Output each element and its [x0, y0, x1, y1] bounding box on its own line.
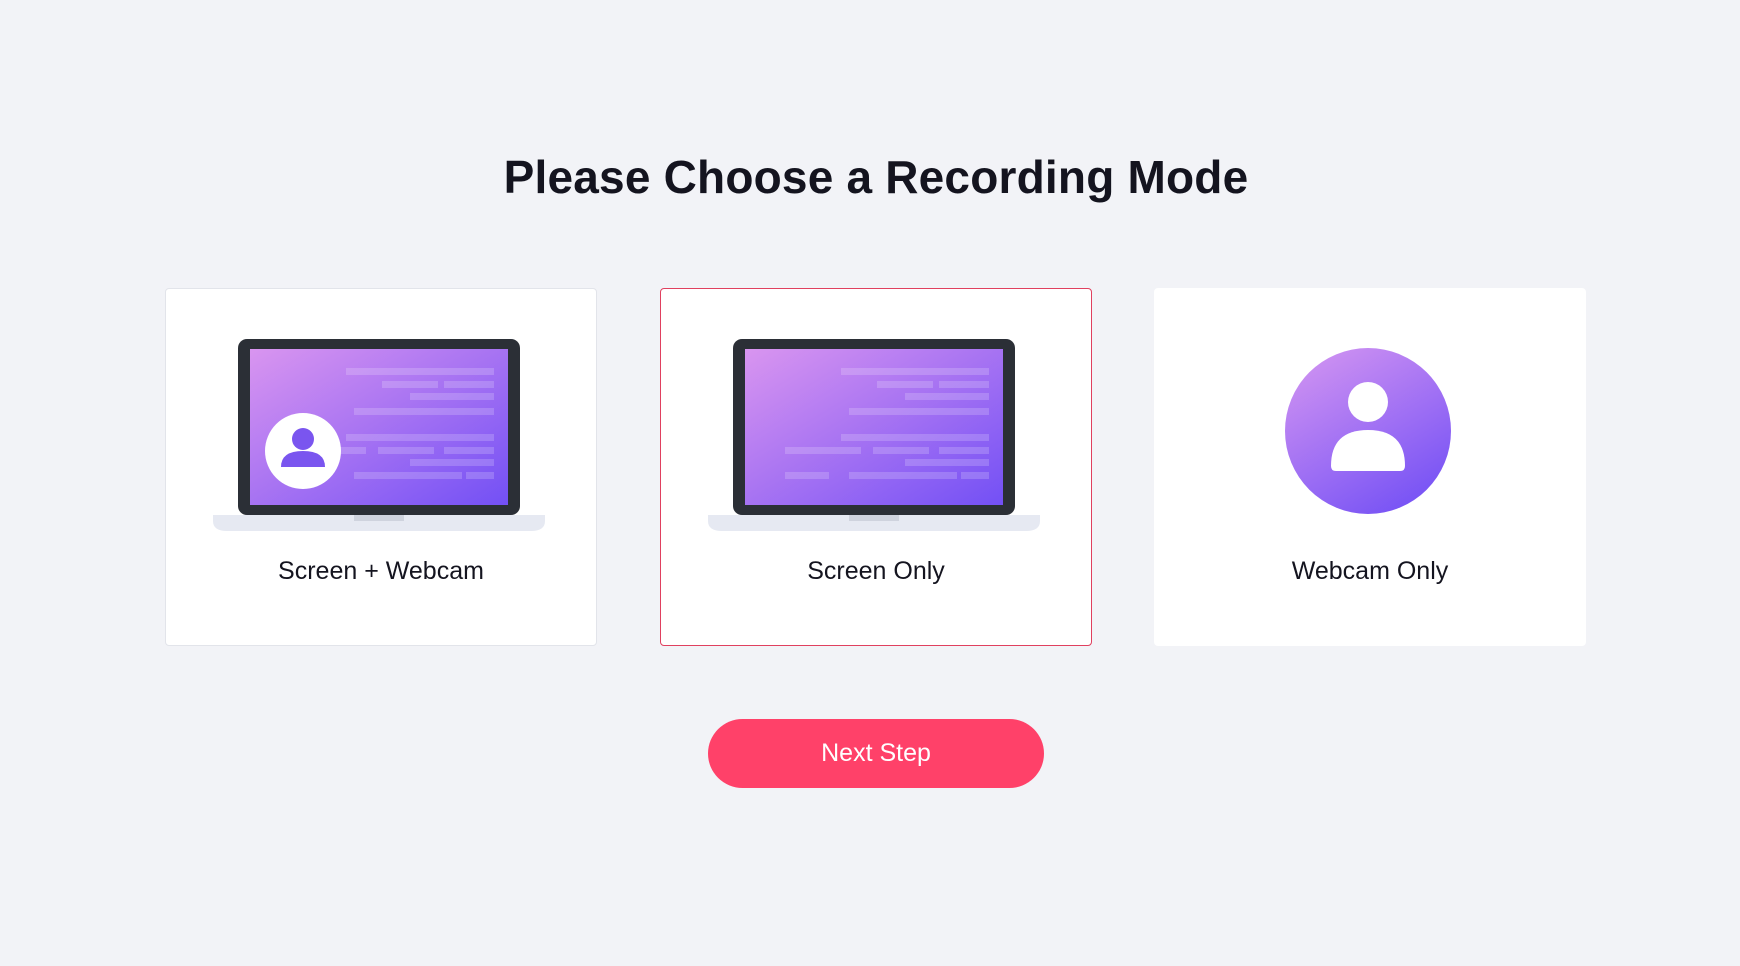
mode-label: Screen + Webcam: [278, 557, 484, 585]
mode-card-screen-webcam[interactable]: Screen + Webcam: [165, 288, 597, 646]
mode-label: Webcam Only: [1291, 557, 1449, 585]
mode-card-screen-only[interactable]: Screen Only: [660, 288, 1092, 646]
laptop-with-webcam-icon: [166, 339, 596, 531]
mode-card-webcam-only[interactable]: Webcam Only: [1154, 288, 1586, 646]
page-title: Please Choose a Recording Mode: [503, 151, 1249, 203]
laptop-screen-icon: [661, 339, 1091, 531]
next-step-button[interactable]: Next Step: [708, 719, 1044, 788]
mode-label: Screen Only: [807, 557, 945, 585]
webcam-avatar-icon: [1155, 339, 1585, 529]
